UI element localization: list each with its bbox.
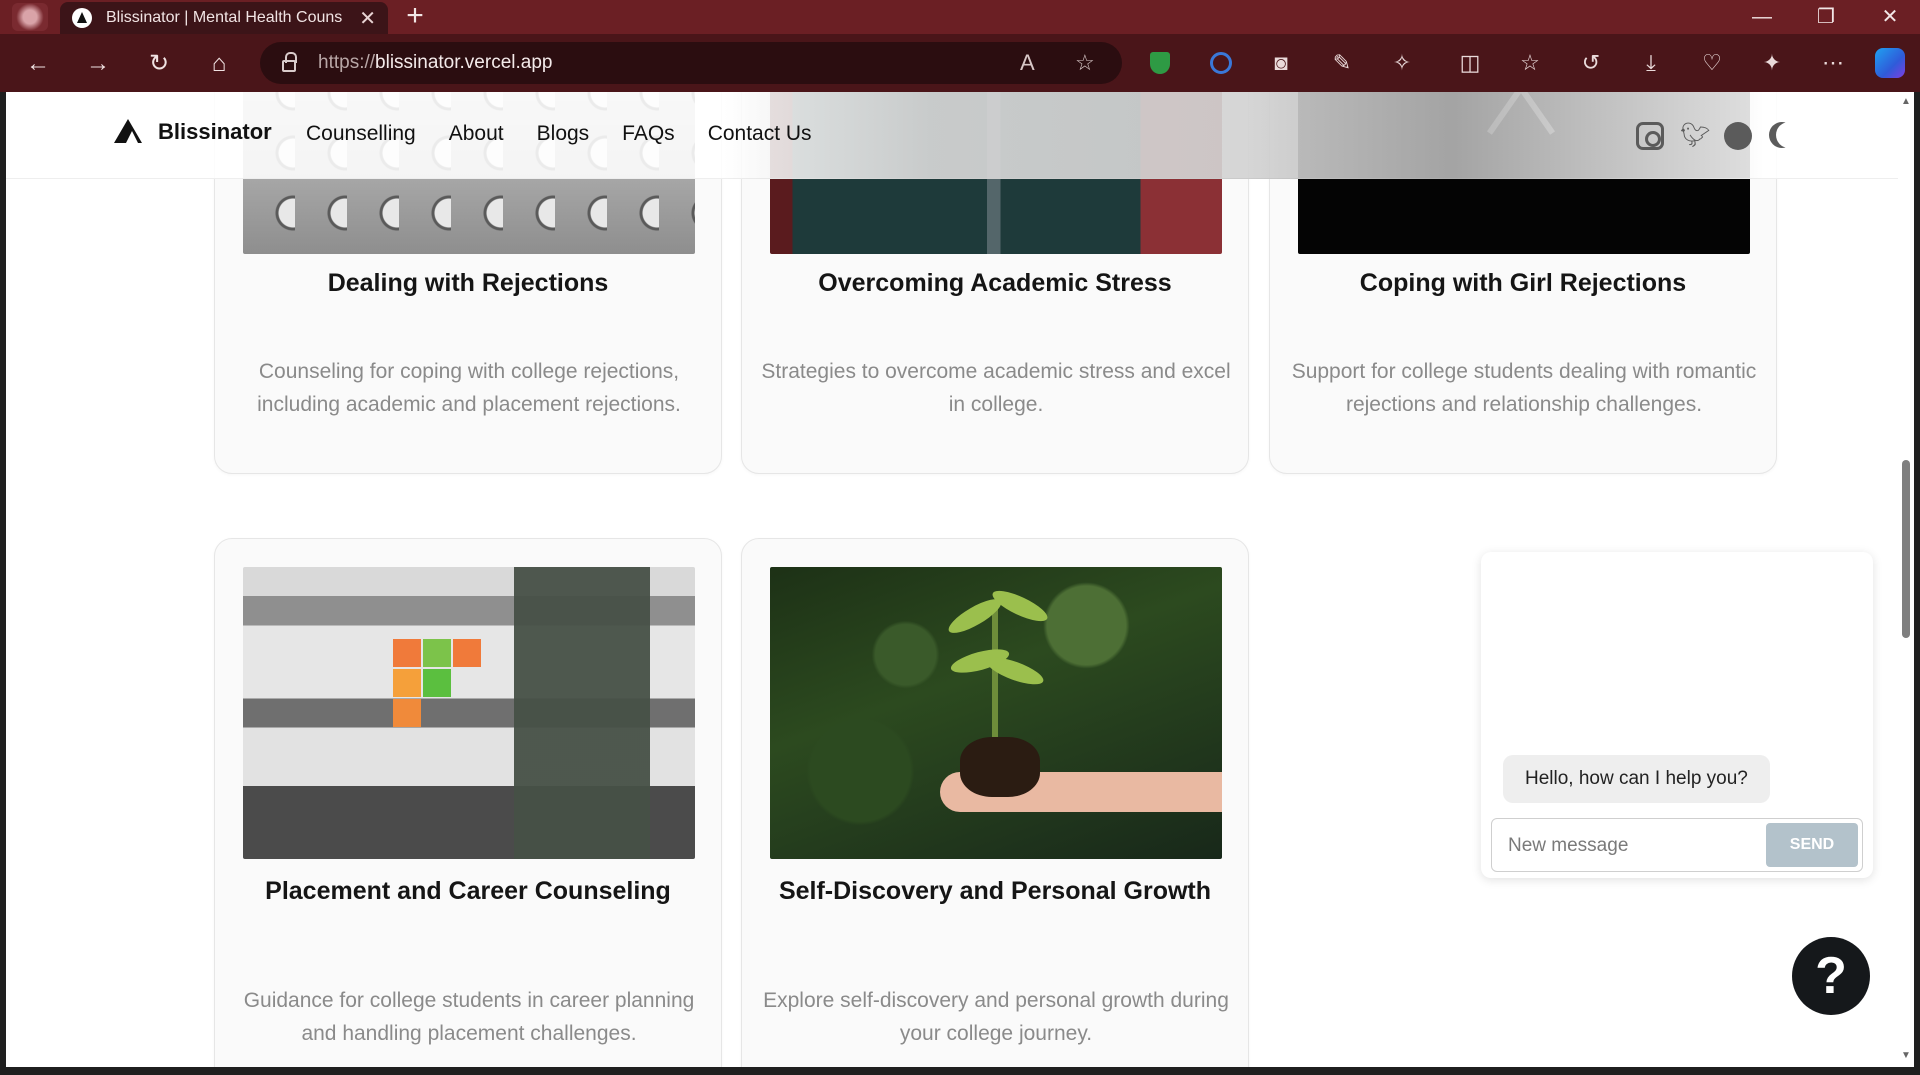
- copilot-pin-icon[interactable]: ✦: [1756, 47, 1788, 79]
- url-text[interactable]: https://blissinator.vercel.app: [318, 52, 552, 74]
- favorites-icon[interactable]: ☆: [1514, 47, 1546, 79]
- chat-send-button[interactable]: SEND: [1766, 823, 1858, 867]
- chat-message-input[interactable]: [1508, 831, 1758, 861]
- reload-icon[interactable]: ↻: [141, 46, 177, 82]
- forward-arrow-icon[interactable]: →: [80, 46, 116, 82]
- instagram-icon[interactable]: [1636, 122, 1664, 150]
- card-placement-and-career-counseling[interactable]: Placement and Career Counseling Guidance…: [214, 538, 722, 1067]
- card-description: Strategies to overcome academic stress a…: [761, 360, 1231, 416]
- dark-mode-moon-icon[interactable]: [1776, 122, 1802, 148]
- browser-tab-active[interactable]: Blissinator | Mental Health Couns ✕: [60, 2, 388, 34]
- chat-widget: Hello, how can I help you? SEND: [1481, 552, 1873, 878]
- twitter-icon[interactable]: 🐦︎: [1680, 122, 1710, 150]
- page-viewport: Dealing with Rejections Counseling for c…: [6, 92, 1898, 1067]
- card-description: Guidance for college students in career …: [243, 989, 695, 1045]
- more-menu-icon[interactable]: ⋯: [1817, 47, 1849, 79]
- card-description: Explore self-discovery and personal grow…: [763, 989, 1229, 1045]
- split-screen-icon[interactable]: ◫: [1454, 47, 1486, 79]
- new-tab-button[interactable]: +: [400, 1, 430, 32]
- site-header: Blissinator Counselling About Blogs FAQs…: [6, 92, 1898, 179]
- camera-icon[interactable]: ◙: [1265, 47, 1297, 79]
- card-description: Support for college students dealing wit…: [1291, 360, 1757, 416]
- github-icon[interactable]: [1724, 122, 1752, 150]
- minimize-button[interactable]: —: [1732, 0, 1792, 34]
- scroll-thumb[interactable]: [1902, 460, 1910, 638]
- nav-contact-us[interactable]: Contact Us: [708, 122, 812, 146]
- profile-avatar[interactable]: [12, 3, 48, 31]
- card-title: Coping with Girl Rejections: [1359, 269, 1687, 297]
- favorite-star-icon[interactable]: ☆: [1075, 50, 1095, 76]
- card-title: Self-Discovery and Personal Growth: [778, 877, 1212, 905]
- brand-name: Blissinator: [158, 119, 272, 144]
- read-aloud-icon[interactable]: A: [1020, 50, 1035, 76]
- browser-toolbar: ← → ↻ ⌂ https://blissinator.vercel.app A…: [0, 34, 1920, 92]
- header-backdrop: [724, 92, 1764, 179]
- eyedropper-icon[interactable]: ✎: [1326, 47, 1358, 79]
- nav-about[interactable]: About: [449, 122, 504, 146]
- page-scrollbar[interactable]: ▲ ▼: [1898, 92, 1914, 1067]
- card-description: Counseling for coping with college rejec…: [257, 360, 681, 416]
- browser-tab-bar: Blissinator | Mental Health Couns ✕ + — …: [0, 0, 1920, 34]
- address-bar[interactable]: https://blissinator.vercel.app A ☆: [260, 42, 1122, 84]
- scroll-down-arrow-icon[interactable]: ▼: [1901, 1050, 1911, 1061]
- tab-title: Blissinator | Mental Health Couns: [106, 9, 343, 26]
- circle-extension-icon[interactable]: [1205, 47, 1237, 79]
- site-favicon-icon: [72, 8, 92, 28]
- history-icon[interactable]: ↺: [1575, 47, 1607, 79]
- card-title: Dealing with Rejections: [327, 269, 609, 297]
- tab-close-icon[interactable]: ✕: [359, 6, 376, 31]
- back-arrow-icon[interactable]: ←: [20, 46, 56, 82]
- nav-blogs[interactable]: Blogs: [537, 122, 590, 146]
- help-chat-toggle-button[interactable]: ?: [1792, 937, 1870, 1015]
- card-title: Overcoming Academic Stress: [818, 269, 1172, 297]
- performance-icon[interactable]: ♡: [1696, 47, 1728, 79]
- chat-input-row: SEND: [1491, 818, 1863, 872]
- copilot-icon[interactable]: [1874, 47, 1906, 79]
- downloads-icon[interactable]: ⤓: [1635, 47, 1667, 79]
- nav-faqs[interactable]: FAQs: [622, 122, 675, 146]
- card-image: [770, 567, 1222, 859]
- scroll-up-arrow-icon[interactable]: ▲: [1901, 96, 1911, 107]
- brand-logo-icon: [114, 119, 144, 145]
- shield-extension-icon[interactable]: [1144, 47, 1176, 79]
- extensions-icon[interactable]: ✧: [1386, 47, 1418, 79]
- restore-button[interactable]: ❐: [1796, 0, 1856, 34]
- card-image: [243, 567, 695, 859]
- card-title: Placement and Career Counseling: [265, 877, 671, 905]
- site-nav: Counselling About Blogs FAQs Contact Us: [306, 122, 812, 146]
- home-icon[interactable]: ⌂: [201, 46, 237, 82]
- lock-icon[interactable]: [282, 52, 297, 72]
- card-self-discovery-and-personal-growth[interactable]: Self-Discovery and Personal Growth Explo…: [741, 538, 1249, 1067]
- chat-message-bot: Hello, how can I help you?: [1503, 755, 1770, 803]
- close-window-button[interactable]: ✕: [1860, 0, 1920, 34]
- nav-counselling[interactable]: Counselling: [306, 122, 416, 146]
- brand-link[interactable]: Blissinator: [114, 119, 272, 145]
